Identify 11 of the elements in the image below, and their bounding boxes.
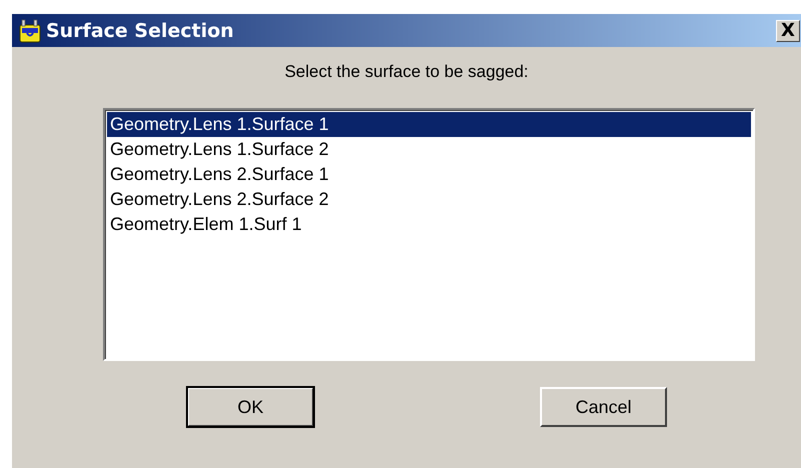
list-item[interactable]: Geometry.Lens 2.Surface 1 [107, 162, 751, 187]
app-icon [18, 18, 42, 42]
ok-button[interactable]: OK [187, 387, 314, 427]
window-title: Surface Selection [46, 20, 235, 42]
list-item[interactable]: Geometry.Lens 1.Surface 1 [107, 112, 751, 137]
cancel-button[interactable]: Cancel [540, 387, 667, 427]
close-button[interactable]: X [776, 20, 800, 42]
list-item[interactable]: Geometry.Lens 1.Surface 2 [107, 137, 751, 162]
list-item[interactable]: Geometry.Lens 2.Surface 2 [107, 187, 751, 212]
list-item[interactable]: Geometry.Elem 1.Surf 1 [107, 212, 751, 237]
prompt-text: Select the surface to be sagged: [284, 62, 528, 82]
